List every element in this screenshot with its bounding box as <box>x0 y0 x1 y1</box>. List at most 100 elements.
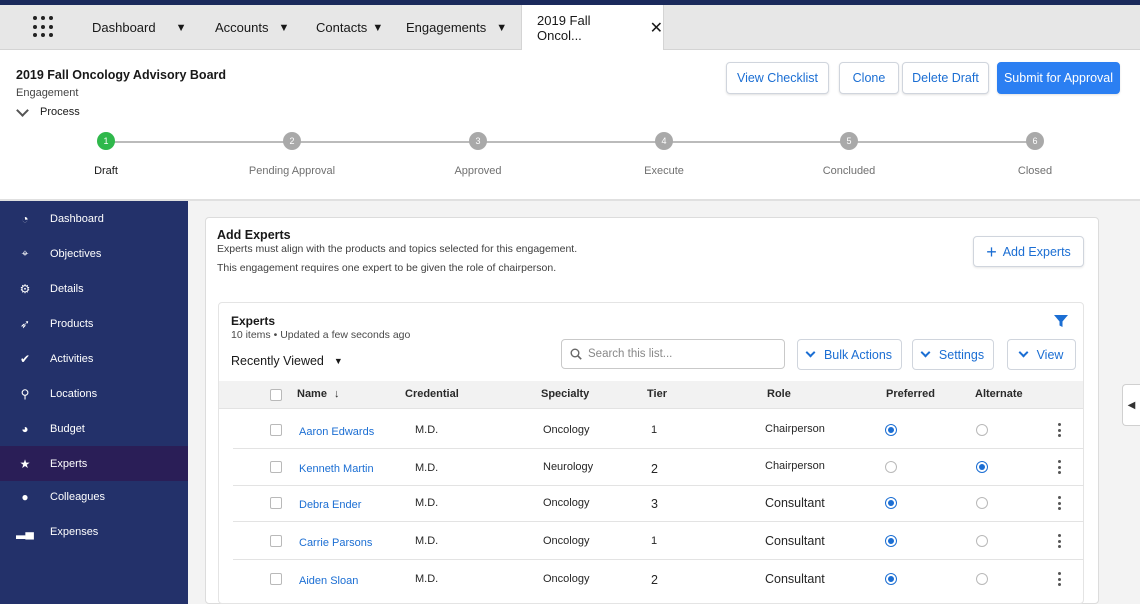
specialty-cell: Oncology <box>543 535 590 547</box>
view-checklist-button[interactable]: View Checklist <box>726 62 829 94</box>
column-header-alternate[interactable]: Alternate <box>975 388 1023 400</box>
filter-icon[interactable] <box>1054 314 1068 328</box>
preferred-radio[interactable] <box>885 573 897 585</box>
column-header-tier[interactable]: Tier <box>647 388 667 400</box>
delete-draft-button[interactable]: Delete Draft <box>902 62 989 94</box>
caret-down-icon[interactable]: ▼ <box>278 22 289 34</box>
sidebar-item-dashboard[interactable]: ◔ Dashboard <box>0 201 188 236</box>
column-header-credential[interactable]: Credential <box>405 388 459 400</box>
row-actions-menu-icon[interactable] <box>1057 423 1061 437</box>
alternate-radio[interactable] <box>976 573 988 585</box>
row-checkbox[interactable] <box>270 573 282 585</box>
tab-accounts[interactable]: Accounts ▼ <box>215 5 289 50</box>
row-checkbox[interactable] <box>270 424 282 436</box>
step-3-indicator[interactable]: 3 <box>469 132 487 150</box>
step-5-indicator[interactable]: 5 <box>840 132 858 150</box>
sidebar-item-colleagues[interactable]: ● Colleagues <box>0 479 188 514</box>
row-actions-menu-icon[interactable] <box>1057 572 1061 586</box>
caret-left-icon: ◀ <box>1127 399 1136 411</box>
role-cell: Consultant <box>765 572 825 586</box>
tier-cell: 1 <box>651 535 658 547</box>
sidebar-item-objectives[interactable]: ⌖ Objectives <box>0 236 188 271</box>
caret-down-icon[interactable]: ▼ <box>176 22 187 34</box>
caret-down-icon[interactable]: ▼ <box>372 22 383 34</box>
sidebar-item-budget[interactable]: ◕ Budget <box>0 411 188 446</box>
column-header-preferred[interactable]: Preferred <box>886 388 935 400</box>
row-actions-menu-icon[interactable] <box>1057 496 1061 510</box>
close-icon[interactable]: ✕ <box>650 18 663 38</box>
row-checkbox[interactable] <box>270 535 282 547</box>
expert-name-link[interactable]: Debra Ender <box>299 499 361 511</box>
sidebar-item-label: Objectives <box>50 247 102 260</box>
global-nav-bar: Dashboard ▼ Accounts ▼ Contacts ▼ Engagemen… <box>0 5 1140 50</box>
role-cell: Chairperson <box>765 423 825 435</box>
step-6-indicator[interactable]: 6 <box>1026 132 1044 150</box>
clone-button[interactable]: Clone <box>839 62 899 94</box>
list-view-selector[interactable]: Recently Viewed ▼ <box>231 354 343 368</box>
expert-name-link[interactable]: Aiden Sloan <box>299 575 358 587</box>
step-3-label: Approved <box>454 165 502 177</box>
process-track <box>106 141 1035 143</box>
expert-name-link[interactable]: Kenneth Martin <box>299 463 374 475</box>
column-header-role[interactable]: Role <box>767 388 791 400</box>
alternate-radio[interactable] <box>976 424 988 436</box>
process-toggle[interactable]: Process <box>16 103 80 118</box>
step-1-label: Draft <box>94 165 118 177</box>
app-launcher-icon[interactable] <box>33 16 55 38</box>
page-title: 2019 Fall Oncology Advisory Board <box>16 68 227 82</box>
settings-button[interactable]: Settings <box>912 339 994 370</box>
step-4-indicator[interactable]: 4 <box>655 132 673 150</box>
chevron-down-icon <box>1018 347 1029 358</box>
view-button[interactable]: View <box>1007 339 1076 370</box>
expert-name-link[interactable]: Carrie Parsons <box>299 537 372 549</box>
sidebar-item-products[interactable]: ➶ Products <box>0 306 188 341</box>
tab-label: Dashboard <box>92 20 156 35</box>
sort-descending-icon: ↓ <box>334 388 340 400</box>
step-1-indicator[interactable]: 1 <box>97 132 115 150</box>
step-4-label: Execute <box>644 165 684 177</box>
search-input[interactable] <box>588 348 778 360</box>
row-checkbox[interactable] <box>270 461 282 473</box>
alternate-radio[interactable] <box>976 535 988 547</box>
sidebar-item-activities[interactable]: ✔ Activities <box>0 341 188 376</box>
step-2-indicator[interactable]: 2 <box>283 132 301 150</box>
preferred-radio[interactable] <box>885 497 897 509</box>
experts-list-title: Experts <box>231 314 276 328</box>
submit-for-approval-button[interactable]: Submit for Approval <box>997 62 1120 94</box>
sidebar-item-locations[interactable]: ⚲ Locations <box>0 376 188 411</box>
utility-panel-toggle[interactable]: ◀ <box>1122 384 1140 426</box>
view-label: View <box>1036 347 1064 362</box>
add-experts-requirement: This engagement requires one expert to b… <box>217 262 557 274</box>
chevron-down-icon <box>16 103 29 117</box>
sidebar-item-expenses[interactable]: ▂▄ Expenses <box>0 514 188 549</box>
location-pin-icon: ⚲ <box>20 386 30 401</box>
list-view-label: Recently Viewed <box>231 354 324 368</box>
add-experts-button[interactable]: + Add Experts <box>973 236 1084 267</box>
preferred-radio[interactable] <box>885 424 897 436</box>
caret-down-icon: ▼ <box>333 356 343 366</box>
tab-contacts[interactable]: Contacts ▼ <box>316 5 383 50</box>
expert-name-link[interactable]: Aaron Edwards <box>299 426 374 438</box>
pie-chart-icon: ◕ <box>21 421 29 436</box>
tab-active-record[interactable]: 2019 Fall Oncol... ✕ <box>521 5 664 50</box>
tab-dashboard[interactable]: Dashboard ▼ <box>92 5 187 50</box>
column-header-specialty[interactable]: Specialty <box>541 388 589 400</box>
sidebar-item-label: Experts <box>50 457 88 470</box>
preferred-radio[interactable] <box>885 535 897 547</box>
column-header-name[interactable]: Name ↓ <box>297 388 340 400</box>
alternate-radio[interactable] <box>976 461 988 473</box>
sidebar-item-details[interactable]: ⚙ Details <box>0 271 188 306</box>
credential-cell: M.D. <box>415 535 439 547</box>
search-input-wrapper[interactable] <box>561 339 785 369</box>
caret-down-icon[interactable]: ▼ <box>496 22 507 34</box>
select-all-checkbox[interactable] <box>270 389 282 401</box>
tab-engagements[interactable]: Engagements ▼ <box>406 5 507 50</box>
bulk-actions-button[interactable]: Bulk Actions <box>797 339 902 370</box>
sidebar-item-experts[interactable]: ★ Experts <box>0 446 188 481</box>
preferred-radio[interactable] <box>885 461 897 473</box>
row-checkbox[interactable] <box>270 497 282 509</box>
alternate-radio[interactable] <box>976 497 988 509</box>
row-actions-menu-icon[interactable] <box>1057 534 1061 548</box>
tier-cell: 2 <box>651 462 658 476</box>
row-actions-menu-icon[interactable] <box>1057 460 1061 474</box>
